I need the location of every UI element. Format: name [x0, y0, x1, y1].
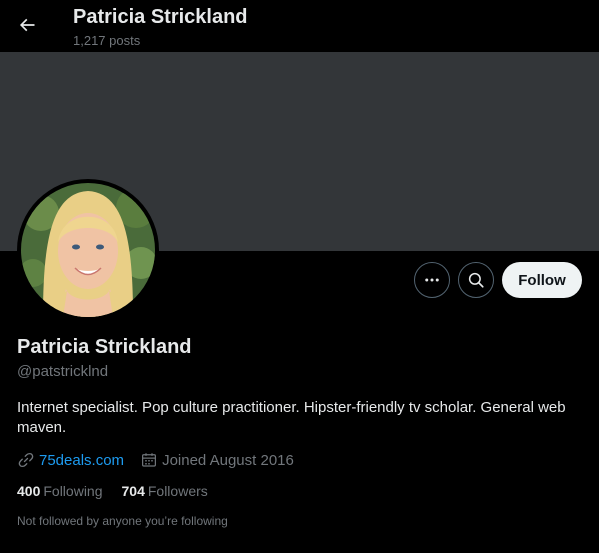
profile-bio: Internet specialist. Pop culture practit… — [17, 399, 566, 436]
more-icon — [425, 278, 439, 282]
social-context-text: Not followed by anyone you’re following — [17, 514, 228, 528]
joined-date: Joined August 2016 — [162, 451, 294, 469]
avatar[interactable] — [21, 183, 155, 317]
profile-display-name: Patricia Strickland — [17, 336, 192, 358]
followers-link[interactable]: 704 Followers — [122, 483, 208, 499]
joined-item: Joined August 2016 — [140, 451, 294, 469]
search-icon — [468, 272, 484, 288]
following-count: 400 — [17, 483, 41, 499]
more-button[interactable] — [414, 262, 450, 298]
profile-meta: 75deals.com Joined August 2016 — [17, 451, 310, 469]
link-icon — [18, 452, 34, 468]
profile-header: Patricia Strickland 1,217 posts — [0, 0, 599, 52]
header-title: Patricia Strickland — [73, 6, 248, 28]
follow-stats: 400 Following 704 Followers — [17, 483, 227, 499]
website-link[interactable]: 75deals.com — [39, 452, 124, 469]
follow-button[interactable]: Follow — [502, 262, 582, 298]
following-label: Following — [43, 483, 103, 499]
post-count: 1,217 posts — [73, 33, 141, 48]
back-arrow-icon — [19, 18, 35, 32]
back-button[interactable] — [10, 8, 44, 42]
following-link[interactable]: 400 Following — [17, 483, 103, 499]
profile-handle: @patstricklnd — [17, 363, 109, 380]
website-item[interactable]: 75deals.com — [17, 451, 124, 469]
followers-label: Followers — [147, 483, 208, 499]
avatar-container[interactable] — [17, 179, 159, 321]
search-button[interactable] — [458, 262, 494, 298]
followers-count: 704 — [121, 483, 145, 499]
calendar-icon — [142, 453, 157, 467]
